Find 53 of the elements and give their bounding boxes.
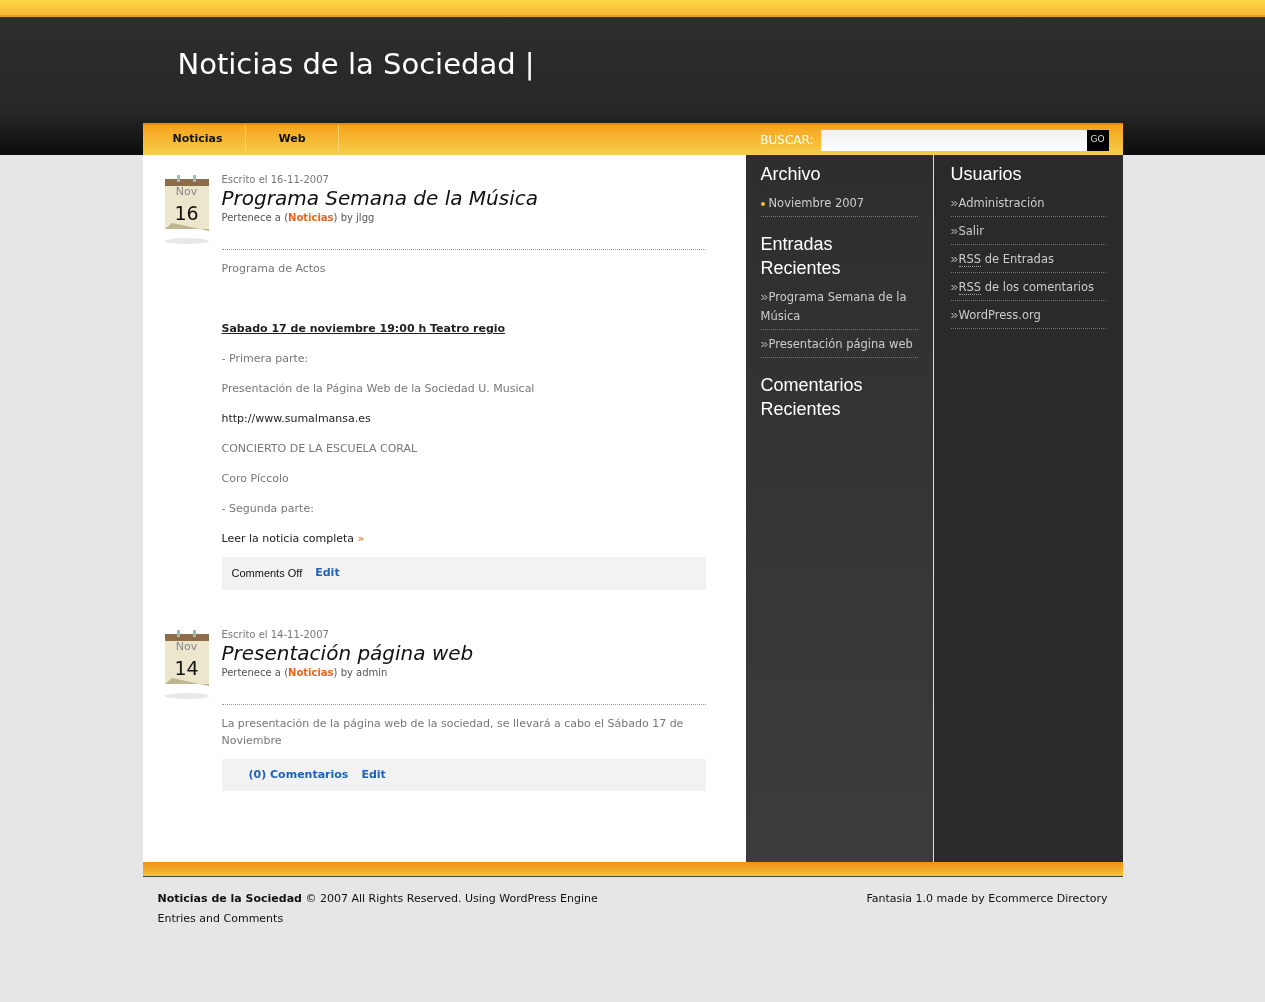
footer-text: Entries and Comments bbox=[157, 911, 285, 927]
search-field[interactable] bbox=[820, 129, 1087, 151]
sidebar-link[interactable]: Programa Semana de la Música bbox=[760, 288, 918, 327]
post-date: Escrito el 14-11-2007 bbox=[221, 627, 330, 642]
widget-title: Comentarios Recientes bbox=[760, 374, 864, 421]
chevron-icon bbox=[950, 312, 958, 320]
chevron-icon bbox=[950, 284, 958, 292]
footer-credit: Fantasia 1.0 made by Ecommerce Directory bbox=[866, 892, 1108, 905]
post-link[interactable]: http://www.sumalmansa.es bbox=[221, 412, 371, 425]
comments-status: Comments Off bbox=[231, 566, 303, 581]
comment-link[interactable]: Edit bbox=[361, 766, 386, 783]
sidebar-link[interactable]: Administración bbox=[950, 194, 1106, 214]
comment-link[interactable]: Edit bbox=[315, 565, 340, 582]
post-text: Programa de Actos bbox=[221, 262, 326, 275]
post-text: Coro Píccolo bbox=[221, 472, 289, 485]
bullet-icon bbox=[760, 201, 765, 206]
sidebar-link[interactable]: WordPress.org bbox=[950, 306, 1106, 326]
post-meta: Pertenece a (Noticias) by admin bbox=[221, 665, 389, 680]
post-meta: Pertenece a (Noticias) by jlgg bbox=[221, 211, 376, 225]
sidebar-link[interactable]: RSS de Entradas bbox=[950, 250, 1106, 270]
post-text: - Segunda parte: bbox=[221, 502, 314, 515]
calendar-icon bbox=[163, 629, 210, 700]
post-date: Escrito el 16-11-2007 bbox=[221, 173, 330, 187]
footer-text: Noticias de la Sociedad © 2007 All Rights Reserved. Using WordPress Engine bbox=[157, 891, 598, 907]
day-label: 14 bbox=[173, 655, 200, 681]
calendar-icon bbox=[163, 175, 210, 245]
chevron-icon bbox=[950, 228, 958, 236]
read-more-link[interactable]: Leer la noticia completa » bbox=[221, 532, 365, 545]
go-button[interactable]: GO bbox=[1086, 129, 1109, 151]
comment-link[interactable]: (0) Comentarios bbox=[248, 766, 349, 783]
post-heading: Sabado 17 de noviembre 19:00 h Teatro regio bbox=[221, 322, 506, 335]
chevron-icon bbox=[950, 256, 958, 264]
month-label: Nov bbox=[174, 184, 199, 200]
day-label: 16 bbox=[173, 201, 200, 226]
chevron-icon bbox=[760, 341, 768, 349]
widget-title: Entradas Recientes bbox=[760, 233, 842, 280]
post-text: - Primera parte: bbox=[221, 352, 309, 365]
widget-title: Archivo bbox=[760, 163, 822, 186]
sidebar-link[interactable]: Presentación página web bbox=[760, 335, 918, 355]
post-title[interactable]: Presentación página web bbox=[221, 641, 474, 665]
post-title[interactable]: Programa Semana de la Música bbox=[221, 187, 538, 210]
widget-title: Usuarios bbox=[950, 163, 1023, 186]
post-text: CONCIERTO DE LA ESCUELA CORAL bbox=[221, 442, 418, 455]
post-text: La presentación de la página web de la sociedad, se llevará a cabo el Sábado 17 de Noviembre bbox=[221, 716, 684, 747]
post-text: Presentación de la Página Web de la Sociedad U. Musical bbox=[221, 382, 535, 395]
chevron-icon bbox=[950, 200, 958, 208]
search-label: BUSCAR: bbox=[760, 132, 814, 149]
sidebar-link[interactable]: RSS de los comentarios bbox=[950, 278, 1106, 298]
sidebar-link[interactable]: Noviembre 2007 bbox=[760, 194, 918, 214]
chevron-icon bbox=[760, 294, 768, 302]
site-title[interactable]: Noticias de la Sociedad | bbox=[142, 17, 1123, 123]
sidebar-link[interactable]: Salir bbox=[950, 222, 1106, 242]
month-label: Nov bbox=[174, 638, 199, 655]
